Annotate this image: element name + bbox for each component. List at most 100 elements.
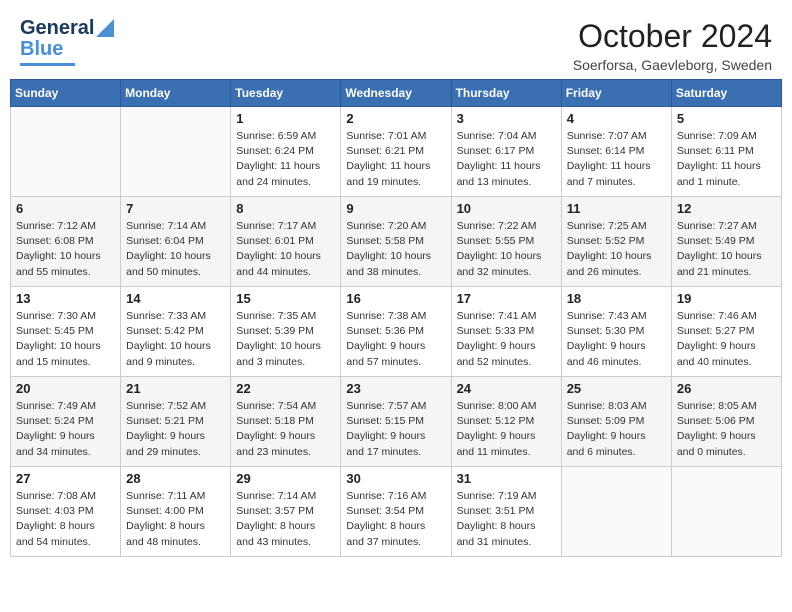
sunset-text: Sunset: 6:08 PM	[16, 235, 94, 247]
sunrise-text: Sunrise: 7:12 AM	[16, 220, 96, 232]
sunrise-text: Sunrise: 7:54 AM	[236, 400, 316, 412]
day-info: Sunrise: 7:01 AM Sunset: 6:21 PM Dayligh…	[346, 129, 445, 190]
day-number: 17	[457, 291, 556, 306]
day-info: Sunrise: 7:27 AM Sunset: 5:49 PM Dayligh…	[677, 219, 776, 280]
calendar-week-row: 6 Sunrise: 7:12 AM Sunset: 6:08 PM Dayli…	[11, 197, 782, 287]
col-sunday: Sunday	[11, 80, 121, 107]
sunrise-text: Sunrise: 7:25 AM	[567, 220, 647, 232]
daylight-text: Daylight: 9 hours and 46 minutes.	[567, 340, 646, 367]
calendar-table: Sunday Monday Tuesday Wednesday Thursday…	[10, 79, 782, 557]
day-number: 12	[677, 201, 776, 216]
title-area: October 2024 Soerforsa, Gaevleborg, Swed…	[573, 18, 772, 73]
sunrise-text: Sunrise: 7:41 AM	[457, 310, 537, 322]
day-number: 11	[567, 201, 666, 216]
table-row: 14 Sunrise: 7:33 AM Sunset: 5:42 PM Dayl…	[121, 287, 231, 377]
col-wednesday: Wednesday	[341, 80, 451, 107]
table-row: 13 Sunrise: 7:30 AM Sunset: 5:45 PM Dayl…	[11, 287, 121, 377]
sunrise-text: Sunrise: 7:19 AM	[457, 490, 537, 502]
day-info: Sunrise: 7:11 AM Sunset: 4:00 PM Dayligh…	[126, 489, 225, 550]
sunset-text: Sunset: 5:21 PM	[126, 415, 204, 427]
calendar-header-row: Sunday Monday Tuesday Wednesday Thursday…	[11, 80, 782, 107]
sunrise-text: Sunrise: 6:59 AM	[236, 130, 316, 142]
table-row: 11 Sunrise: 7:25 AM Sunset: 5:52 PM Dayl…	[561, 197, 671, 287]
table-row: 28 Sunrise: 7:11 AM Sunset: 4:00 PM Dayl…	[121, 467, 231, 557]
sunset-text: Sunset: 3:51 PM	[457, 505, 535, 517]
table-row: 21 Sunrise: 7:52 AM Sunset: 5:21 PM Dayl…	[121, 377, 231, 467]
sunrise-text: Sunrise: 8:00 AM	[457, 400, 537, 412]
day-number: 6	[16, 201, 115, 216]
daylight-text: Daylight: 10 hours and 3 minutes.	[236, 340, 321, 367]
table-row: 7 Sunrise: 7:14 AM Sunset: 6:04 PM Dayli…	[121, 197, 231, 287]
table-row	[561, 467, 671, 557]
daylight-text: Daylight: 8 hours and 37 minutes.	[346, 520, 425, 547]
sunrise-text: Sunrise: 7:49 AM	[16, 400, 96, 412]
sunrise-text: Sunrise: 7:07 AM	[567, 130, 647, 142]
day-number: 7	[126, 201, 225, 216]
daylight-text: Daylight: 9 hours and 34 minutes.	[16, 430, 95, 457]
sunset-text: Sunset: 5:30 PM	[567, 325, 645, 337]
sunrise-text: Sunrise: 7:09 AM	[677, 130, 757, 142]
sunrise-text: Sunrise: 7:17 AM	[236, 220, 316, 232]
sunset-text: Sunset: 3:57 PM	[236, 505, 314, 517]
table-row: 3 Sunrise: 7:04 AM Sunset: 6:17 PM Dayli…	[451, 107, 561, 197]
daylight-text: Daylight: 10 hours and 32 minutes.	[457, 250, 542, 277]
sunset-text: Sunset: 5:49 PM	[677, 235, 755, 247]
daylight-text: Daylight: 10 hours and 21 minutes.	[677, 250, 762, 277]
col-saturday: Saturday	[671, 80, 781, 107]
logo: General Blue	[20, 18, 114, 66]
sunrise-text: Sunrise: 7:57 AM	[346, 400, 426, 412]
sunset-text: Sunset: 4:03 PM	[16, 505, 94, 517]
day-number: 4	[567, 111, 666, 126]
sunrise-text: Sunrise: 8:03 AM	[567, 400, 647, 412]
daylight-text: Daylight: 10 hours and 26 minutes.	[567, 250, 652, 277]
sunrise-text: Sunrise: 7:35 AM	[236, 310, 316, 322]
daylight-text: Daylight: 11 hours and 1 minute.	[677, 160, 761, 187]
day-info: Sunrise: 7:41 AM Sunset: 5:33 PM Dayligh…	[457, 309, 556, 370]
sunset-text: Sunset: 5:52 PM	[567, 235, 645, 247]
sunrise-text: Sunrise: 7:38 AM	[346, 310, 426, 322]
table-row: 20 Sunrise: 7:49 AM Sunset: 5:24 PM Dayl…	[11, 377, 121, 467]
sunset-text: Sunset: 5:18 PM	[236, 415, 314, 427]
day-number: 30	[346, 471, 445, 486]
daylight-text: Daylight: 11 hours and 24 minutes.	[236, 160, 320, 187]
sunset-text: Sunset: 6:04 PM	[126, 235, 204, 247]
table-row: 27 Sunrise: 7:08 AM Sunset: 4:03 PM Dayl…	[11, 467, 121, 557]
daylight-text: Daylight: 9 hours and 11 minutes.	[457, 430, 536, 457]
table-row: 18 Sunrise: 7:43 AM Sunset: 5:30 PM Dayl…	[561, 287, 671, 377]
table-row: 5 Sunrise: 7:09 AM Sunset: 6:11 PM Dayli…	[671, 107, 781, 197]
sunset-text: Sunset: 5:45 PM	[16, 325, 94, 337]
daylight-text: Daylight: 8 hours and 54 minutes.	[16, 520, 95, 547]
day-info: Sunrise: 7:20 AM Sunset: 5:58 PM Dayligh…	[346, 219, 445, 280]
table-row: 17 Sunrise: 7:41 AM Sunset: 5:33 PM Dayl…	[451, 287, 561, 377]
sunrise-text: Sunrise: 7:46 AM	[677, 310, 757, 322]
sunset-text: Sunset: 6:17 PM	[457, 145, 535, 157]
day-info: Sunrise: 8:00 AM Sunset: 5:12 PM Dayligh…	[457, 399, 556, 460]
daylight-text: Daylight: 9 hours and 57 minutes.	[346, 340, 425, 367]
daylight-text: Daylight: 9 hours and 0 minutes.	[677, 430, 756, 457]
sunset-text: Sunset: 6:21 PM	[346, 145, 424, 157]
table-row	[671, 467, 781, 557]
sunrise-text: Sunrise: 8:05 AM	[677, 400, 757, 412]
sunset-text: Sunset: 5:06 PM	[677, 415, 755, 427]
sunrise-text: Sunrise: 7:14 AM	[126, 220, 206, 232]
day-info: Sunrise: 7:07 AM Sunset: 6:14 PM Dayligh…	[567, 129, 666, 190]
daylight-text: Daylight: 9 hours and 29 minutes.	[126, 430, 205, 457]
table-row: 1 Sunrise: 6:59 AM Sunset: 6:24 PM Dayli…	[231, 107, 341, 197]
day-info: Sunrise: 7:33 AM Sunset: 5:42 PM Dayligh…	[126, 309, 225, 370]
calendar-week-row: 20 Sunrise: 7:49 AM Sunset: 5:24 PM Dayl…	[11, 377, 782, 467]
daylight-text: Daylight: 10 hours and 44 minutes.	[236, 250, 321, 277]
daylight-text: Daylight: 10 hours and 9 minutes.	[126, 340, 211, 367]
day-number: 3	[457, 111, 556, 126]
logo-underline	[20, 63, 75, 66]
day-number: 20	[16, 381, 115, 396]
day-info: Sunrise: 8:05 AM Sunset: 5:06 PM Dayligh…	[677, 399, 776, 460]
calendar-week-row: 27 Sunrise: 7:08 AM Sunset: 4:03 PM Dayl…	[11, 467, 782, 557]
day-info: Sunrise: 7:25 AM Sunset: 5:52 PM Dayligh…	[567, 219, 666, 280]
day-info: Sunrise: 7:14 AM Sunset: 6:04 PM Dayligh…	[126, 219, 225, 280]
day-info: Sunrise: 7:38 AM Sunset: 5:36 PM Dayligh…	[346, 309, 445, 370]
day-info: Sunrise: 7:22 AM Sunset: 5:55 PM Dayligh…	[457, 219, 556, 280]
daylight-text: Daylight: 8 hours and 43 minutes.	[236, 520, 315, 547]
table-row: 26 Sunrise: 8:05 AM Sunset: 5:06 PM Dayl…	[671, 377, 781, 467]
calendar-week-row: 13 Sunrise: 7:30 AM Sunset: 5:45 PM Dayl…	[11, 287, 782, 377]
day-number: 9	[346, 201, 445, 216]
